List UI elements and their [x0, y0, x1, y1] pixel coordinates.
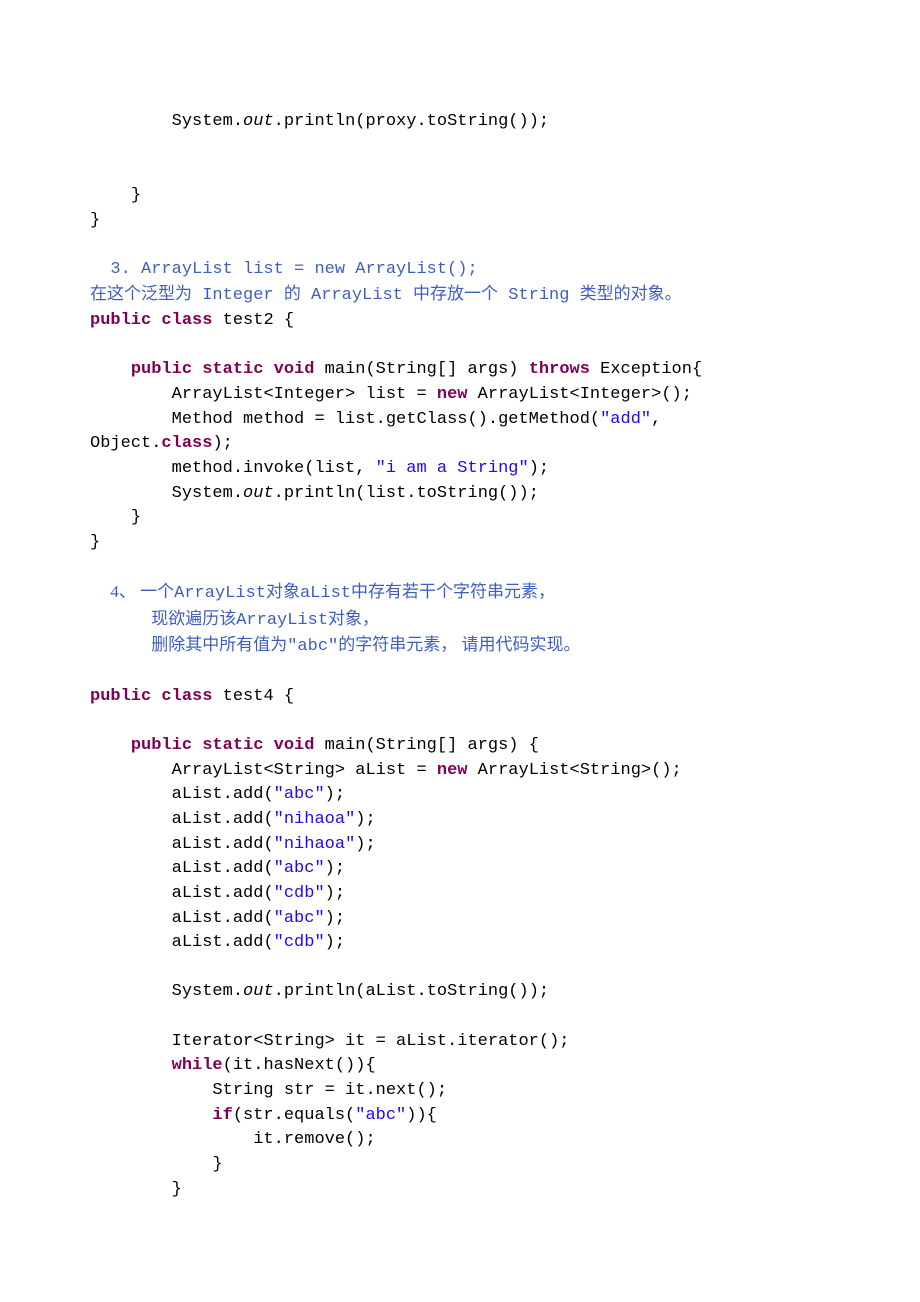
code-line: aList.add("nihaoa"); [90, 808, 830, 833]
code-line: String str = it.next(); [90, 1079, 830, 1104]
code-line [90, 334, 830, 359]
code-line: aList.add("cdb"); [90, 931, 830, 956]
code-line: System.out.println(aList.toString()); [90, 980, 830, 1005]
code-line: aList.add("nihaoa"); [90, 833, 830, 858]
code-line: if(str.equals("abc")){ [90, 1104, 830, 1129]
code-line: } [90, 209, 830, 234]
code-line: Method method = list.getClass().getMetho… [90, 408, 830, 433]
code-line: } [90, 1153, 830, 1178]
code-line: while(it.hasNext()){ [90, 1054, 830, 1079]
code-line: System.out.println(proxy.toString()); [90, 110, 830, 135]
code-line: aList.add("abc"); [90, 857, 830, 882]
code-line: 在这个泛型为 Integer 的 ArrayList 中存放一个 String … [90, 282, 830, 309]
code-line: aList.add("abc"); [90, 907, 830, 932]
document-page: System.out.println(proxy.toString()); }}… [0, 0, 920, 1302]
code-line [90, 1005, 830, 1030]
code-line [90, 956, 830, 981]
code-line: } [90, 184, 830, 209]
code-line [90, 556, 830, 581]
code-line: } [90, 531, 830, 556]
code-line: System.out.println(list.toString()); [90, 482, 830, 507]
code-line [90, 135, 830, 160]
code-line: } [90, 506, 830, 531]
code-line: public class test2 { [90, 309, 830, 334]
code-line: aList.add("abc"); [90, 783, 830, 808]
code-line: Iterator<String> it = aList.iterator(); [90, 1030, 830, 1055]
code-line: public class test4 { [90, 685, 830, 710]
code-line: } [90, 1178, 830, 1203]
code-line: 删除其中所有值为"abc"的字符串元素， 请用代码实现。 [90, 633, 830, 660]
code-line: 现欲遍历该ArrayList对象， [90, 607, 830, 634]
code-line [90, 709, 830, 734]
code-listing: System.out.println(proxy.toString()); }}… [90, 110, 830, 1202]
code-line: public static void main(String[] args) t… [90, 358, 830, 383]
code-line: public static void main(String[] args) { [90, 734, 830, 759]
code-line: 4、 一个ArrayList对象aList中存有若干个字符串元素， [90, 580, 830, 607]
code-line: ArrayList<String> aList = new ArrayList<… [90, 759, 830, 784]
code-line: Object.class); [90, 432, 830, 457]
code-line [90, 159, 830, 184]
code-line [90, 233, 830, 258]
code-line [90, 660, 830, 685]
code-line: it.remove(); [90, 1128, 830, 1153]
code-line: 3. ArrayList list = new ArrayList(); [90, 258, 830, 283]
code-line: aList.add("cdb"); [90, 882, 830, 907]
code-line: ArrayList<Integer> list = new ArrayList<… [90, 383, 830, 408]
code-line: method.invoke(list, "i am a String"); [90, 457, 830, 482]
